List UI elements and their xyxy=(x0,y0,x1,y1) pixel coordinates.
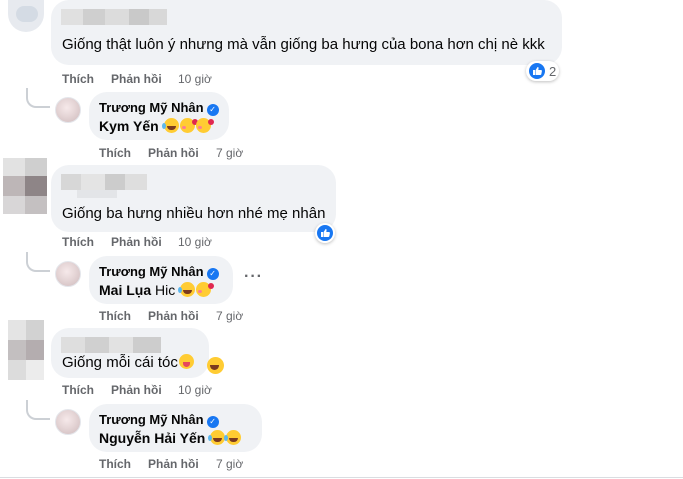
divider xyxy=(0,477,683,478)
reply-link[interactable]: Phản hồi xyxy=(111,235,162,249)
timestamp[interactable]: 10 giờ xyxy=(178,383,212,397)
squint-laugh-emoji-icon xyxy=(207,357,224,374)
laugh-icon xyxy=(178,282,196,297)
reply-link[interactable]: Phản hồi xyxy=(148,146,199,160)
reply-message: Hic xyxy=(155,282,176,298)
reply-bubble: Trương Mỹ Nhân ✓ Nguyễn Hải Yến xyxy=(89,404,262,452)
love-icon xyxy=(195,118,214,133)
like-link[interactable]: Thích xyxy=(62,235,94,249)
author-name-text[interactable]: Trương Mỹ Nhân xyxy=(99,412,204,427)
reaction-count[interactable]: 2 xyxy=(526,61,560,81)
like-icon xyxy=(317,225,333,241)
laugh-icon xyxy=(224,430,242,445)
blurred-commenter-name xyxy=(61,337,161,353)
timestamp[interactable]: 7 giờ xyxy=(216,309,243,323)
author-name[interactable]: Trương Mỹ Nhân ✓ xyxy=(99,100,219,116)
reply-link[interactable]: Phản hồi xyxy=(148,457,199,471)
more-options-icon[interactable]: ··· xyxy=(244,268,263,286)
blurred-commenter-name xyxy=(61,174,147,190)
reply-link[interactable]: Phản hồi xyxy=(111,383,162,397)
avatar[interactable] xyxy=(3,158,47,214)
blurred-commenter-name xyxy=(61,9,167,25)
comment-bubble: Giống mỗi cái tóc xyxy=(51,328,209,378)
avatar[interactable] xyxy=(8,320,44,380)
author-name[interactable]: Trương Mỹ Nhân ✓ xyxy=(99,412,219,428)
reaction-count-number: 2 xyxy=(549,63,557,79)
laugh-icon xyxy=(161,118,179,133)
reply-bubble: Trương Mỹ Nhân ✓ Mai Lụa Hic xyxy=(89,256,233,304)
reply-text: Mai Lụa Hic xyxy=(99,282,215,298)
reply-text: Nguyễn Hải Yến xyxy=(99,430,242,446)
thread-connector xyxy=(26,88,50,108)
like-icon xyxy=(529,63,545,79)
reaction-count[interactable] xyxy=(315,223,335,243)
like-link[interactable]: Thích xyxy=(99,146,131,160)
like-link[interactable]: Thích xyxy=(62,383,94,397)
reply-text: Kym Yến xyxy=(99,118,214,134)
author-name-text[interactable]: Trương Mỹ Nhân xyxy=(99,264,204,279)
timestamp[interactable]: 7 giờ xyxy=(216,457,243,471)
avatar[interactable] xyxy=(55,97,81,123)
comment-text-content: Giống mỗi cái tóc xyxy=(62,354,178,371)
like-link[interactable]: Thích xyxy=(99,309,131,323)
avatar[interactable] xyxy=(55,261,81,287)
avatar[interactable] xyxy=(55,409,81,435)
comment-bubble: Giống ba hưng nhiều hơn nhé mẹ nhân xyxy=(51,165,336,232)
reply-link[interactable]: Phản hồi xyxy=(148,309,199,323)
timestamp[interactable]: 10 giờ xyxy=(178,72,212,86)
avatar[interactable] xyxy=(8,0,44,32)
thread-connector xyxy=(26,400,50,420)
like-link[interactable]: Thích xyxy=(99,457,131,471)
reply-bubble: Trương Mỹ Nhân ✓ Kym Yến xyxy=(89,92,229,140)
verified-badge-icon: ✓ xyxy=(206,416,219,428)
author-name-text[interactable]: Trương Mỹ Nhân xyxy=(99,100,204,115)
tagged-user[interactable]: Kym Yến xyxy=(99,118,159,134)
comment-text: Giống mỗi cái tóc xyxy=(62,354,194,371)
tagged-user[interactable]: Nguyễn Hải Yến xyxy=(99,430,205,446)
reply-link[interactable]: Phản hồi xyxy=(111,72,162,86)
tagged-user[interactable]: Mai Lụa xyxy=(99,282,151,298)
timestamp[interactable]: 10 giờ xyxy=(178,235,212,249)
thread-connector xyxy=(26,252,50,272)
laugh-icon xyxy=(208,430,226,445)
comment-text: Giống thật luôn ý nhưng mà vẫn giống ba … xyxy=(62,36,545,53)
love-icon xyxy=(179,118,198,133)
like-link[interactable]: Thích xyxy=(62,72,94,86)
tongue-emoji-icon xyxy=(178,354,194,369)
author-name[interactable]: Trương Mỹ Nhân ✓ xyxy=(99,264,219,280)
verified-badge-icon: ✓ xyxy=(206,104,219,116)
comment-text: Giống ba hưng nhiều hơn nhé mẹ nhân xyxy=(62,205,326,222)
timestamp[interactable]: 7 giờ xyxy=(216,146,243,160)
verified-badge-icon: ✓ xyxy=(206,268,219,280)
comment-bubble: Giống thật luôn ý nhưng mà vẫn giống ba … xyxy=(51,0,562,65)
love-icon xyxy=(196,282,215,297)
